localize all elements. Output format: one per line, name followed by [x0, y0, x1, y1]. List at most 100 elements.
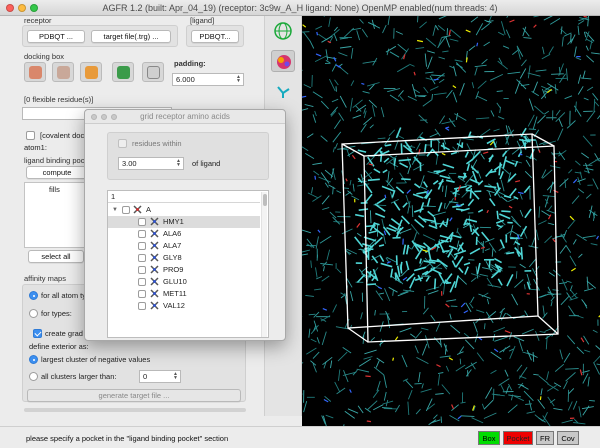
- residue-checkbox[interactable]: [138, 302, 146, 310]
- residue-icon: [150, 289, 159, 298]
- tree-scrollbar[interactable]: [261, 192, 267, 337]
- box-zoom-icon: [117, 66, 130, 79]
- residue-checkbox[interactable]: [138, 278, 146, 286]
- ligand-label: [ligand]: [190, 16, 215, 25]
- residue-label: MET11: [163, 289, 187, 298]
- residues-within-group: residues within 3.00 ▲ ▼ of ligand: [107, 132, 269, 180]
- residue-label: GLU10: [163, 277, 187, 286]
- window-title: AGFR 1.2 (built: Apr_04_19) (receptor: 3…: [102, 3, 498, 13]
- for-all-atom-radio[interactable]: [29, 291, 38, 300]
- residue-icon: [150, 301, 159, 310]
- clusters-stepper-icon[interactable]: ▲ ▼: [172, 372, 179, 381]
- distance-input[interactable]: 3.00 ▲ ▼: [118, 157, 184, 170]
- create-grad-checkbox[interactable]: [33, 329, 42, 338]
- largest-cluster-radio[interactable]: [29, 355, 38, 364]
- box-expand-button[interactable]: [142, 62, 164, 82]
- residue-icon: [150, 253, 159, 262]
- grid-receptor-dialog: grid receptor amino acids residues withi…: [84, 109, 286, 341]
- dialog-title: grid receptor amino acids: [140, 112, 230, 121]
- residue-checkbox[interactable]: [138, 254, 146, 262]
- distance-stepper-icon[interactable]: ▲ ▼: [175, 159, 182, 168]
- create-grad-label: create grad: [45, 329, 83, 338]
- bond-icon: [277, 86, 290, 98]
- cov-status-tag[interactable]: Cov: [557, 431, 579, 445]
- molecule-button[interactable]: [271, 50, 295, 72]
- status-message: please specify a pocket in the "ligand b…: [26, 434, 229, 443]
- padding-label: padding:: [174, 59, 206, 68]
- molecule-icon: [277, 55, 291, 69]
- residue-tree[interactable]: 1 ▼ A HMY1 ALA6 ALA7 GLY8 PRO9 GLU10 MET11 VAL1…: [107, 190, 269, 338]
- chain-icon: [133, 205, 142, 214]
- pocket-status-tag[interactable]: Pocket: [503, 431, 533, 445]
- padding-stepper-icon[interactable]: ▲ ▼: [235, 75, 242, 84]
- residue-checkbox[interactable]: [138, 218, 146, 226]
- box-ligand-button[interactable]: [80, 62, 102, 82]
- residue-icon: [150, 229, 159, 238]
- expand-triangle-icon[interactable]: ▼: [112, 204, 118, 216]
- fr-status-tag[interactable]: FR: [536, 431, 554, 445]
- residue-row[interactable]: ALA7: [108, 240, 260, 252]
- padding-value: 6.000: [176, 75, 195, 84]
- flex-residues-label: [0 flexible residue(s)]: [24, 95, 94, 104]
- clusters-size-value: 0: [143, 372, 148, 381]
- receptor-group: PDBQT ... target file(.trg) ...: [22, 25, 178, 47]
- title-bar: AGFR 1.2 (built: Apr_04_19) (receptor: 3…: [0, 0, 600, 16]
- largest-cluster-label: largest cluster of negative values: [41, 355, 151, 364]
- progress-bar: [24, 408, 246, 412]
- for-types-radio[interactable]: [29, 309, 38, 318]
- box-status-tag[interactable]: Box: [478, 431, 500, 445]
- ligand-pdbqt-button[interactable]: PDBQT...: [191, 30, 239, 43]
- chain-row[interactable]: ▼ A: [108, 204, 260, 216]
- residues-within-label: residues within: [132, 139, 182, 148]
- all-clusters-radio[interactable]: [29, 372, 38, 381]
- globe-icon: [274, 22, 292, 40]
- for-types-label: for types:: [41, 309, 72, 318]
- affinity-maps-label: affinity maps: [24, 274, 66, 283]
- residue-row[interactable]: GLU10: [108, 276, 260, 288]
- tree-header: 1: [111, 192, 116, 201]
- residue-label: VAL12: [163, 301, 185, 310]
- clusters-size-input[interactable]: 0 ▲ ▼: [139, 370, 181, 383]
- residue-checkbox[interactable]: [138, 230, 146, 238]
- residue-icon: [150, 241, 159, 250]
- residue-checkbox[interactable]: [138, 266, 146, 274]
- residue-label: HMY1: [163, 217, 184, 226]
- residue-checkbox[interactable]: [138, 242, 146, 250]
- residue-label: ALA7: [163, 241, 182, 250]
- chain-checkbox[interactable]: [122, 206, 130, 214]
- pocket-label: ligand binding pock: [24, 156, 89, 165]
- residue-label: PRO9: [163, 265, 184, 274]
- box-shrink-button[interactable]: [52, 62, 74, 82]
- residue-row[interactable]: PRO9: [108, 264, 260, 276]
- padding-input[interactable]: 6.000 ▲ ▼: [172, 73, 244, 86]
- box-zoom-button[interactable]: [112, 62, 134, 82]
- residue-checkbox[interactable]: [138, 290, 146, 298]
- bond-button[interactable]: [271, 80, 295, 102]
- atom1-label: atom1:: [24, 143, 47, 152]
- select-all-button[interactable]: select all: [28, 250, 84, 263]
- receptor-pdbqt-button[interactable]: PDBQT ...: [27, 30, 85, 43]
- residue-row[interactable]: HMY1: [108, 216, 260, 228]
- dialog-title-bar: grid receptor amino acids: [85, 110, 285, 124]
- covalent-checkbox[interactable]: [26, 131, 35, 140]
- pocket-table[interactable]: fills: [24, 182, 86, 248]
- residue-icon: [150, 277, 159, 286]
- compute-pockets-button[interactable]: compute: [26, 166, 88, 179]
- receptor-label: receptor: [24, 16, 52, 25]
- residue-row[interactable]: GLY8: [108, 252, 260, 264]
- residue-row[interactable]: VAL12: [108, 300, 260, 312]
- generate-target-button[interactable]: generate target file ...: [27, 389, 241, 402]
- define-exterior-label: define exterior as:: [29, 342, 89, 351]
- box-expand-icon: [147, 66, 160, 79]
- residue-label: GLY8: [163, 253, 182, 262]
- residue-row[interactable]: ALA6: [108, 228, 260, 240]
- globe-button[interactable]: [271, 20, 295, 42]
- molecule-viewer[interactable]: [302, 16, 600, 426]
- docking-box-label: docking box: [24, 52, 65, 61]
- tree-scroll-thumb[interactable]: [263, 194, 267, 206]
- molecule-wireframe: [302, 16, 600, 426]
- residue-row[interactable]: MET11: [108, 288, 260, 300]
- residues-within-checkbox[interactable]: [118, 139, 127, 148]
- box-center-button[interactable]: [24, 62, 46, 82]
- target-file-button[interactable]: target file(.trg) ...: [91, 30, 171, 43]
